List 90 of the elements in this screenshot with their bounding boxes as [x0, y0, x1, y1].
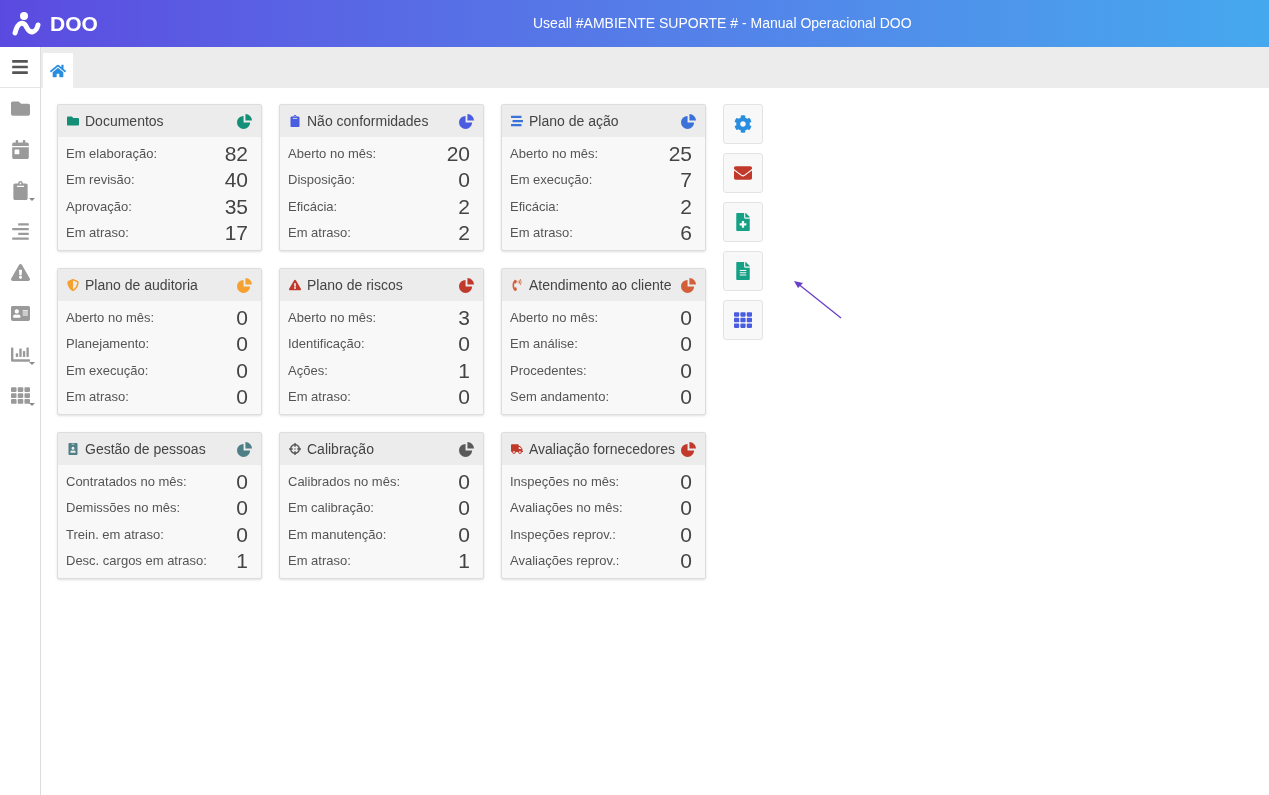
apps-button[interactable]	[723, 300, 763, 340]
metric-label: Identificação:	[288, 335, 365, 353]
settings-button[interactable]	[723, 104, 763, 144]
card-title: Plano de ação	[529, 111, 620, 131]
caret-icon	[28, 403, 35, 406]
metric-label: Calibrados no mês:	[288, 472, 400, 491]
pie-chart-icon[interactable]	[237, 441, 252, 457]
card-title: Avaliação fornecedores	[528, 439, 676, 459]
metric-label: Aberto no mês:	[288, 308, 377, 327]
truck-icon	[511, 443, 523, 455]
metric-label: Desc. cargos em atraso:	[66, 552, 207, 570]
metric-label: Em execução:	[66, 361, 149, 380]
metric-label: Em calibração:	[288, 499, 374, 517]
home-tab[interactable]	[43, 53, 73, 88]
metric-label: Em elaboração:	[66, 144, 158, 163]
metric-label: Aprovação:	[66, 197, 132, 216]
metric-label: Em atraso:	[288, 388, 351, 406]
pie-chart-icon[interactable]	[681, 441, 696, 457]
file-plus-icon	[734, 213, 752, 231]
metric-label: Trein. em atraso:	[66, 525, 164, 544]
card-title: Plano de auditoria	[85, 275, 199, 295]
metric-label: Procedentes:	[510, 361, 587, 380]
home-icon	[50, 62, 66, 79]
folder-icon	[67, 115, 79, 127]
logo-text: DOO	[50, 10, 98, 37]
pie-chart-icon[interactable]	[681, 113, 696, 129]
metric-label: Planejamento:	[66, 335, 150, 353]
metric-label: Em atraso:	[66, 388, 129, 406]
metric-label: Em atraso:	[288, 552, 351, 570]
pie-chart-icon[interactable]	[459, 113, 474, 129]
pointer-arrow	[793, 280, 843, 320]
clipboard-icon[interactable]	[10, 181, 30, 200]
document-icon	[734, 262, 752, 280]
metric-label: Em análise:	[510, 335, 578, 353]
clipboard-icon	[289, 115, 301, 127]
caret-icon	[28, 198, 35, 201]
metric-label: Inspeções no mês:	[510, 472, 620, 491]
metric-label: Demissões no mês:	[66, 499, 181, 517]
caret-icon	[28, 362, 35, 365]
metric-label: Eficácia:	[288, 197, 338, 216]
pie-chart-icon[interactable]	[681, 277, 696, 293]
card-title: Plano de riscos	[307, 275, 404, 295]
contact-icon[interactable]	[10, 304, 30, 323]
calendar-icon[interactable]	[10, 140, 30, 159]
card-title: Documentos	[85, 111, 165, 131]
mail-icon	[734, 164, 752, 182]
metric-label: Aberto no mês:	[510, 144, 599, 163]
card-title: Atendimento ao cliente	[529, 275, 673, 295]
menu-icon[interactable]	[11, 58, 29, 76]
logo-icon	[12, 10, 42, 37]
lines-icon	[511, 115, 523, 127]
warning-icon[interactable]	[10, 263, 30, 282]
bar-chart-icon[interactable]	[10, 345, 30, 364]
metric-label: Em manutenção:	[288, 525, 387, 544]
id-card-icon	[67, 443, 79, 455]
metric-label: Disposição:	[288, 171, 356, 189]
metric-label: Ações:	[288, 361, 328, 380]
warning-icon	[289, 279, 301, 291]
document-button[interactable]	[723, 251, 763, 291]
metric-label: Inspeções reprov.:	[510, 525, 616, 544]
metric-label: Contratados no mês:	[66, 472, 187, 491]
folder-icon[interactable]	[10, 99, 30, 118]
card-title: Não conformidades	[307, 111, 430, 131]
lines-icon[interactable]	[10, 222, 30, 241]
window-title: Useall #AMBIENTE SUPORTE # - Manual Operacional DOO	[533, 14, 912, 33]
metric-label: Em atraso:	[66, 224, 129, 242]
metric-label: Aberto no mês:	[288, 144, 377, 163]
shield-icon	[67, 279, 79, 291]
card-title: Gestão de pessoas	[85, 439, 207, 459]
metric-label: Eficácia:	[510, 197, 560, 216]
metric-label: Avaliações no mês:	[510, 499, 623, 517]
card-title: Calibração	[307, 439, 375, 459]
metric-label: Aberto no mês:	[66, 308, 155, 327]
grid-icon	[734, 311, 752, 329]
grid-icon[interactable]	[10, 386, 30, 405]
phone-icon	[511, 279, 523, 291]
metric-label: Aberto no mês:	[510, 308, 599, 327]
metric-label: Em revisão:	[66, 171, 135, 189]
pie-chart-icon[interactable]	[237, 113, 252, 129]
metric-label: Em atraso:	[288, 224, 351, 242]
crosshair-icon	[289, 443, 301, 455]
metric-label: Sem andamento:	[510, 388, 609, 406]
metric-label: Em execução:	[510, 171, 593, 189]
mail-button[interactable]	[723, 153, 763, 193]
metric-label: Avaliações reprov.:	[510, 552, 620, 570]
metric-label: Em atraso:	[510, 224, 573, 242]
new-file-button[interactable]	[723, 202, 763, 242]
pie-chart-icon[interactable]	[459, 277, 474, 293]
pie-chart-icon[interactable]	[459, 441, 474, 457]
gear-icon	[734, 115, 752, 133]
